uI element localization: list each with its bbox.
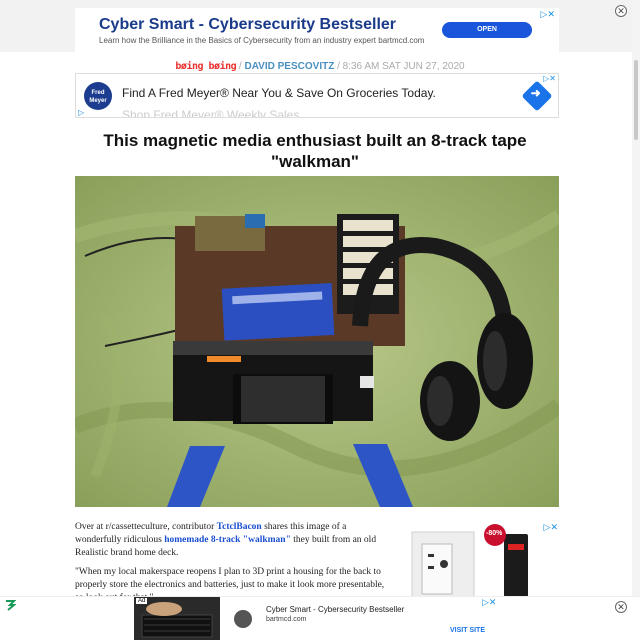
top-ad-open-button[interactable]: OPEN (442, 22, 532, 38)
bottom-ad-thumbnail[interactable]: Ad (134, 597, 220, 640)
bottom-sticky-ad[interactable]: Ad Cyber Smart - Cybersecurity Bestselle… (0, 596, 640, 640)
feedback-icon[interactable] (4, 599, 16, 611)
page-scrollbar[interactable] (632, 0, 640, 640)
article-title: This magnetic media enthusiast built an … (103, 131, 527, 171)
author-link[interactable]: DAVID PESCOVITZ (244, 61, 334, 72)
ad-label: Ad (136, 598, 148, 604)
adchoices-icon[interactable]: ▷✕ (541, 9, 555, 20)
post-timestamp: 8:36 AM SAT JUN 27, 2020 (342, 61, 465, 72)
bottom-ad-domain: bartmcd.com (266, 616, 307, 623)
byline: bøing bøing / DAVID PESCOVITZ / 8:36 AM … (0, 61, 640, 72)
eight-track-walkman-photo (75, 176, 559, 507)
top-ad-strip: Cyber Smart - Cybersecurity Bestseller L… (0, 0, 640, 52)
fred-meyer-logo: Fred Meyer (84, 82, 112, 110)
article-photo[interactable] (75, 176, 559, 507)
contributor-link[interactable]: TctclBacon (217, 522, 262, 532)
walkman-link[interactable]: homemade 8-track "walkman" (164, 535, 291, 545)
adchoices-small-icon[interactable]: ▷ (78, 108, 84, 117)
site-logo[interactable]: bøing bøing (175, 61, 236, 72)
fred-meyer-ad-headline[interactable]: Find A Fred Meyer® Near You & Save On Gr… (122, 86, 436, 100)
directions-arrow-icon[interactable]: ➜ (521, 80, 553, 112)
side-ad-product-image (408, 522, 560, 597)
article-paragraph-1: Over at r/cassetteculture, contributor T… (75, 521, 393, 560)
adchoices-icon[interactable]: ▷✕ (482, 597, 496, 608)
fred-meyer-ad-subline: Shop Fred Meyer® Weekly Sales (122, 108, 300, 118)
article-text: Over at r/cassetteculture, contributor (75, 522, 217, 532)
top-banner-ad[interactable]: Cyber Smart - Cybersecurity Bestseller L… (75, 8, 559, 52)
adchoices-icon[interactable]: ▷✕ (543, 74, 556, 83)
adchoices-icon[interactable]: ▷✕ (544, 522, 558, 533)
bottom-ad-headline[interactable]: Cyber Smart - Cybersecurity Bestseller (266, 605, 404, 614)
top-ad-headline[interactable]: Cyber Smart - Cybersecurity Bestseller (99, 16, 396, 34)
globe-icon (234, 610, 252, 628)
visit-site-button[interactable]: VISIT SITE (450, 627, 485, 634)
discount-badge: -80% (486, 530, 503, 537)
bottom-ad-card[interactable]: Ad Cyber Smart - Cybersecurity Bestselle… (134, 597, 506, 640)
close-ad-icon[interactable]: ✕ (615, 5, 627, 17)
fred-meyer-ad[interactable]: Fred Meyer Find A Fred Meyer® Near You &… (75, 73, 559, 118)
byline-separator: / (334, 61, 343, 72)
scrollbar-thumb[interactable] (634, 60, 638, 140)
top-ad-subline: Learn how the Brilliance in the Basics o… (99, 36, 425, 45)
side-ad[interactable]: -80% ▷✕ (408, 522, 560, 597)
close-ad-icon[interactable]: ✕ (615, 601, 627, 613)
